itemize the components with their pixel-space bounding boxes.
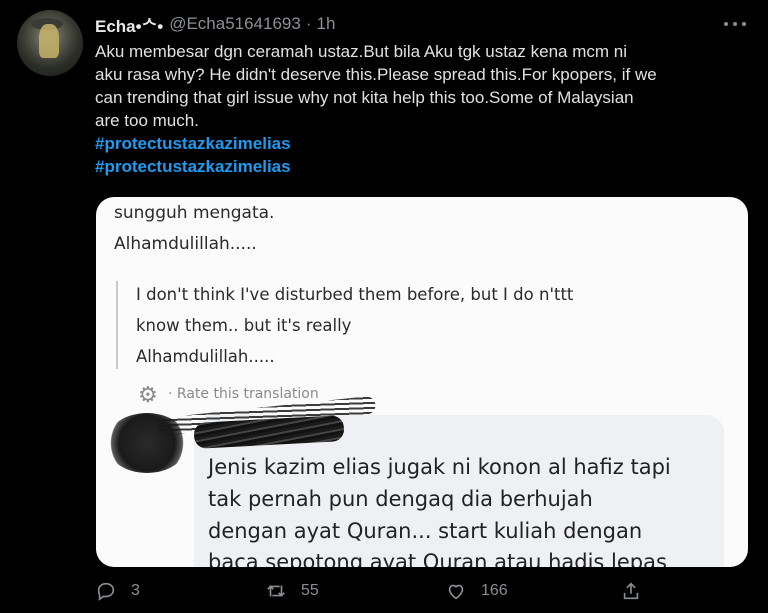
- gear-icon: ⚙: [138, 382, 158, 407]
- separator-dot: ·: [305, 14, 312, 33]
- translation-quote-bar: [116, 281, 118, 369]
- reply-button[interactable]: 3: [95, 580, 140, 602]
- tweet-actions: 3 55 166: [95, 578, 745, 608]
- tweet-text-line: are too much.: [95, 111, 199, 130]
- tweet-text-line: can trending that girl issue why not kit…: [95, 88, 634, 107]
- hashtag-link[interactable]: #protectustazkazimelias: [95, 155, 745, 178]
- avatar[interactable]: [17, 10, 83, 76]
- more-dot: [724, 22, 728, 26]
- translation-line: Alhamdulillah.....: [136, 347, 275, 366]
- translation-line: know them.. but it's really: [136, 316, 352, 335]
- post-text-line: sungguh mengata.: [114, 203, 275, 223]
- rate-translation-label: · Rate this translation: [168, 386, 319, 402]
- user-handle[interactable]: @Echa51641693: [169, 14, 301, 34]
- retweet-count: 55: [301, 582, 319, 599]
- retweet-icon: [267, 585, 285, 597]
- reply-count: 3: [131, 582, 140, 599]
- tweet-text-line: aku rasa why? He didn't deserve this.Ple…: [95, 65, 657, 84]
- post-text-line: Alhamdulillah.....: [114, 234, 257, 254]
- comment-line: dengan ayat Quran... start kuliah dengan: [208, 519, 643, 543]
- comment-line: baca sepotong ayat Quran atau hadis lepa…: [208, 550, 667, 567]
- tweet-text: Aku membesar dgn ceramah ustaz.But bila …: [95, 40, 745, 178]
- avatar-figure: [39, 24, 59, 58]
- timestamp[interactable]: 1h: [317, 14, 336, 34]
- reply-icon: [97, 582, 115, 601]
- hashtag-link[interactable]: #protectustazkazimelias: [95, 132, 745, 155]
- tweet-text-line: Aku membesar dgn ceramah ustaz.But bila …: [95, 42, 627, 61]
- attached-image[interactable]: sungguh mengata. Alhamdulillah..... I do…: [96, 197, 748, 567]
- heart-icon: [448, 584, 464, 600]
- comment-line: tak pernah pun dengaq dia berhujah: [208, 487, 593, 511]
- display-name[interactable]: Echa•ᄉ•: [95, 12, 163, 37]
- more-dot: [742, 22, 746, 26]
- more-icon[interactable]: [724, 14, 746, 34]
- comment-line: Jenis kazim elias jugak ni konon al hafi…: [208, 455, 671, 479]
- like-button[interactable]: 166: [445, 580, 508, 602]
- more-dot: [733, 22, 737, 26]
- share-icon: [623, 582, 639, 600]
- like-count: 166: [481, 582, 508, 599]
- translation-line: I don't think I've disturbed them before…: [136, 285, 574, 304]
- tweet-header: Echa•ᄉ• @Echa51641693 · 1h: [95, 12, 335, 36]
- retweet-button[interactable]: 55: [265, 580, 319, 602]
- share-button[interactable]: [620, 580, 642, 602]
